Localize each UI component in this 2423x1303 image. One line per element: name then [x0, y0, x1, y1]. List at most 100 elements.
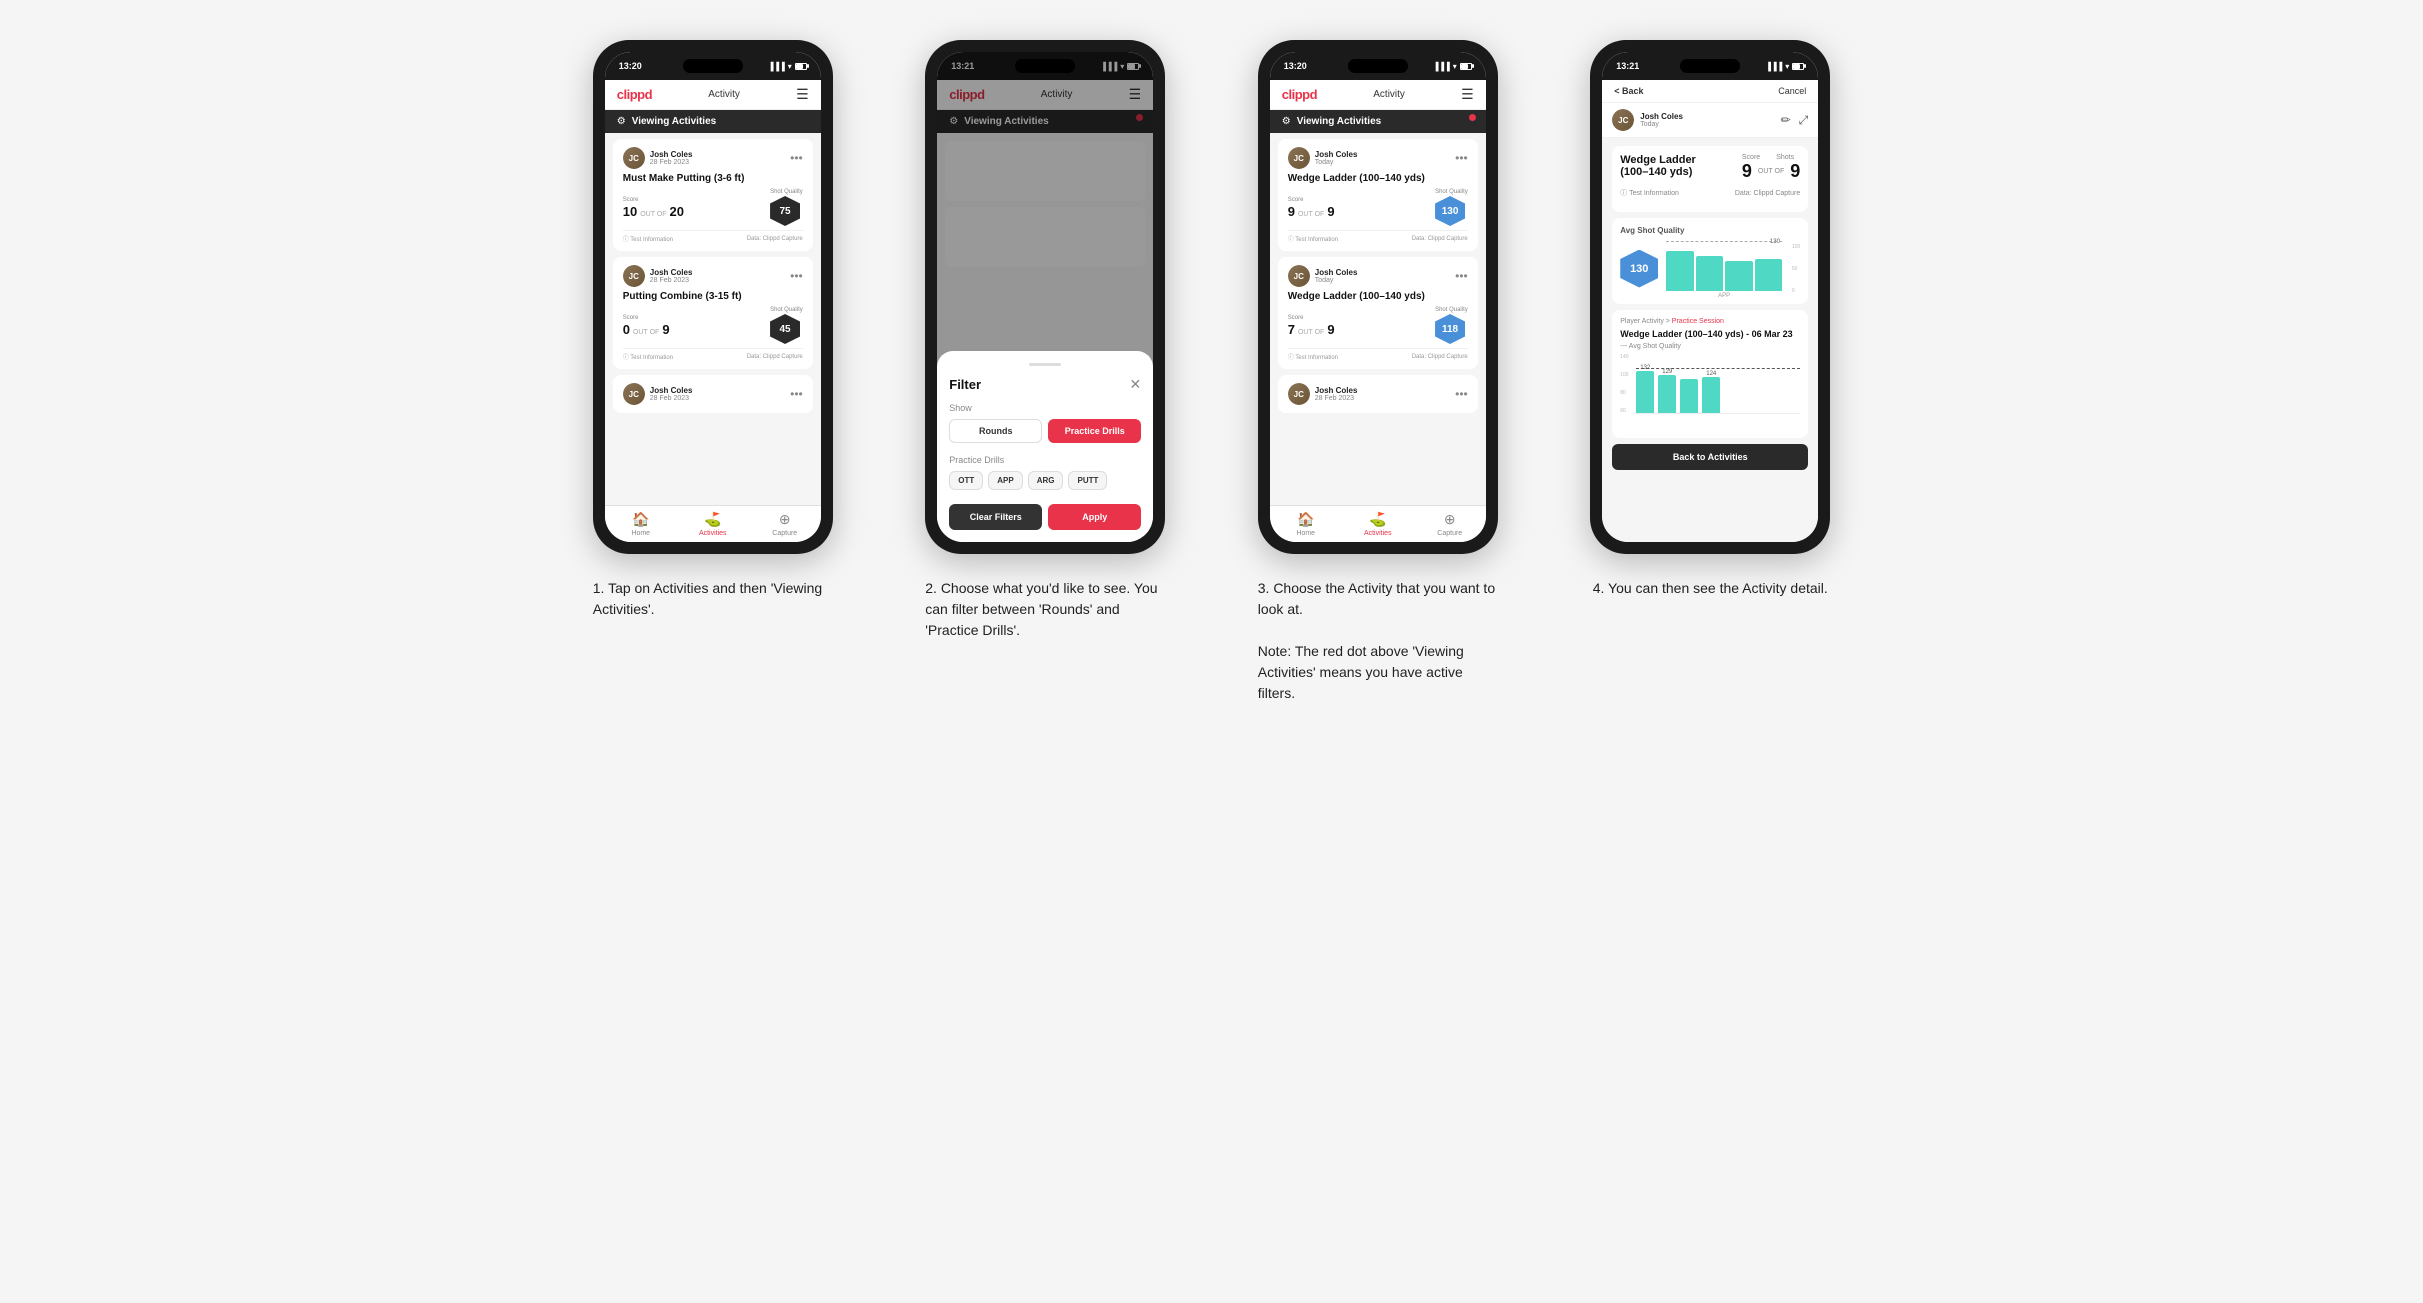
- nav-activities-1[interactable]: ⛳ Activities: [677, 511, 749, 537]
- user-name-3-3: Josh Coles: [1315, 386, 1358, 395]
- expand-icon[interactable]: ⤢: [1799, 113, 1809, 128]
- avatar-1-1: JC: [623, 147, 645, 169]
- y-axis: 100 50 0: [1790, 244, 1800, 294]
- apply-button[interactable]: Apply: [1048, 504, 1141, 530]
- session-bar-group-1: 132: [1636, 365, 1654, 413]
- filter-title: Filter: [949, 377, 981, 392]
- filter-handle: [1029, 363, 1061, 366]
- nav-capture-3[interactable]: ⊕ Capture: [1414, 511, 1486, 537]
- activity-card-1-1[interactable]: JC Josh Coles 28 Feb 2023 ••• Must Make …: [613, 139, 813, 251]
- more-icon-3-2[interactable]: •••: [1455, 269, 1468, 283]
- score-label-3-2: Score: [1288, 315, 1335, 321]
- filter-close-icon[interactable]: ✕: [1130, 376, 1142, 393]
- phone-2-inner: 13:21 ▐▐▐ ▾ clippd Activity ☰ ⚙: [937, 52, 1153, 542]
- sq-badge-1-2: 45: [770, 314, 800, 344]
- chip-putt[interactable]: PUTT: [1068, 471, 1107, 490]
- menu-icon-1[interactable]: ☰: [796, 86, 809, 103]
- user-info-3-1: Josh Coles Today: [1315, 150, 1358, 166]
- menu-icon-3[interactable]: ☰: [1461, 86, 1474, 103]
- viewing-bar-icon-1: ⚙: [617, 116, 626, 127]
- bottom-nav-1: 🏠 Home ⛳ Activities ⊕ Capture: [605, 505, 821, 542]
- viewing-bar-3[interactable]: ⚙ Viewing Activities: [1270, 110, 1486, 133]
- activity-card-3-1[interactable]: JC Josh Coles Today ••• Wedge Ladder (10…: [1278, 139, 1478, 251]
- phone-3-inner: 13:20 ▐▐▐ ▾ clippd Activity ☰ ⚙: [1270, 52, 1486, 542]
- more-icon-1-1[interactable]: •••: [790, 151, 803, 165]
- score-label-3-1: Score: [1288, 197, 1335, 203]
- detail-data-source: Data: Clippd Capture: [1735, 190, 1800, 197]
- card-footer-1-1: ⓘ Test Information Data: Clippd Capture: [623, 230, 803, 243]
- mini-bar-4: [1755, 259, 1782, 291]
- score-label-1-1: Score: [623, 197, 684, 203]
- more-icon-1-2[interactable]: •••: [790, 269, 803, 283]
- card-user-3-1: JC Josh Coles Today: [1288, 147, 1358, 169]
- activity-card-1-2[interactable]: JC Josh Coles 28 Feb 2023 ••• Putting Co…: [613, 257, 813, 369]
- session-bar-group-2: 129: [1658, 369, 1676, 413]
- viewing-bar-text-3: Viewing Activities: [1297, 116, 1381, 127]
- more-icon-3-1[interactable]: •••: [1455, 151, 1468, 165]
- user-info-4: Josh Coles Today: [1640, 112, 1683, 128]
- nav-home-3[interactable]: 🏠 Home: [1270, 511, 1342, 537]
- viewing-bar-1[interactable]: ⚙ Viewing Activities: [605, 110, 821, 133]
- detail-header-4: < Back Cancel: [1602, 80, 1818, 103]
- user-date-1-3: 28 Feb 2023: [650, 395, 693, 402]
- score-stat-1-2: Score 0 OUT OF 9: [623, 315, 670, 337]
- chip-app[interactable]: APP: [988, 471, 1022, 490]
- card-header-3-2: JC Josh Coles Today •••: [1288, 265, 1468, 287]
- more-icon-3-3[interactable]: •••: [1455, 387, 1468, 401]
- session-avg-label: --- Avg Shot Quality: [1620, 343, 1800, 350]
- card-title-3-2: Wedge Ladder (100–140 yds): [1288, 291, 1468, 302]
- detail-user-date: Today: [1640, 121, 1683, 128]
- score-stat-3-2: Score 7 OUT OF 9: [1288, 315, 1335, 337]
- sq-label-1-1: Shot Quality: [770, 189, 803, 195]
- phone-1: 13:20 ▐▐▐ ▾ clippd Activity ☰ ⚙: [593, 40, 833, 554]
- nav-home-1[interactable]: 🏠 Home: [605, 511, 677, 537]
- user-name-3-2: Josh Coles: [1315, 268, 1358, 277]
- user-date-3-1: Today: [1315, 159, 1358, 166]
- home-label-3: Home: [1296, 530, 1315, 537]
- card-footer-3-2: ⓘ Test Information Data: Clippd Capture: [1288, 348, 1468, 361]
- card-footer-3-1: ⓘ Test Information Data: Clippd Capture: [1288, 230, 1468, 243]
- detail-shots-num: 9: [1790, 161, 1800, 182]
- activity-card-3-3[interactable]: JC Josh Coles 28 Feb 2023 •••: [1278, 375, 1478, 413]
- footer-right-3-1: Data: Clippd Capture: [1412, 236, 1468, 242]
- card-header-3-1: JC Josh Coles Today •••: [1288, 147, 1468, 169]
- filter-sheet: Filter ✕ Show Rounds Practice Drills Pra…: [937, 351, 1153, 542]
- detail-user-info-4: JC Josh Coles Today: [1612, 109, 1683, 131]
- activity-card-1-3[interactable]: JC Josh Coles 28 Feb 2023 •••: [613, 375, 813, 413]
- session-bar-1: [1636, 371, 1654, 413]
- time-4: 13:21: [1616, 61, 1639, 71]
- sq-stat-1-2: Shot Quality 45: [770, 307, 803, 344]
- user-info-3-3: Josh Coles 28 Feb 2023: [1315, 386, 1358, 402]
- user-name-1-1: Josh Coles: [650, 150, 693, 159]
- nav-activities-3[interactable]: ⛳ Activities: [1342, 511, 1414, 537]
- clear-filters-button[interactable]: Clear Filters: [949, 504, 1042, 530]
- column-1: 13:20 ▐▐▐ ▾ clippd Activity ☰ ⚙: [562, 40, 865, 620]
- nav-capture-1[interactable]: ⊕ Capture: [749, 511, 821, 537]
- session-bar-group-3: [1680, 379, 1698, 413]
- detail-title-card: Wedge Ladder(100–140 yds) Score Shots 9 …: [1612, 146, 1808, 212]
- notch-pill-4: [1680, 59, 1740, 73]
- more-icon-1-3[interactable]: •••: [790, 387, 803, 401]
- app-logo-3: clippd: [1282, 87, 1317, 102]
- edit-icon[interactable]: ✏: [1781, 113, 1791, 128]
- back-to-activities-button[interactable]: Back to Activities: [1612, 444, 1808, 470]
- time-3: 13:20: [1284, 61, 1307, 71]
- phone-3: 13:20 ▐▐▐ ▾ clippd Activity ☰ ⚙: [1258, 40, 1498, 554]
- footer-right-1-1: Data: Clippd Capture: [747, 236, 803, 242]
- chip-arg[interactable]: ARG: [1028, 471, 1064, 490]
- chip-ott[interactable]: OTT: [949, 471, 983, 490]
- status-icons-3: ▐▐▐ ▾: [1433, 62, 1472, 71]
- column-4: 13:21 ▐▐▐ ▾ < Back Cancel JC: [1559, 40, 1862, 599]
- activity-card-3-2[interactable]: JC Josh Coles Today ••• Wedge Ladder (10…: [1278, 257, 1478, 369]
- cancel-button[interactable]: Cancel: [1778, 86, 1806, 96]
- toggle-rounds[interactable]: Rounds: [949, 419, 1042, 443]
- user-date-1-2: 28 Feb 2023: [650, 277, 693, 284]
- mini-bars: [1666, 241, 1782, 291]
- toggle-practice-drills[interactable]: Practice Drills: [1048, 419, 1141, 443]
- shots-val-1-1: 20: [670, 204, 684, 219]
- home-icon-1: 🏠: [632, 511, 649, 528]
- card-stats-1-2: Score 0 OUT OF 9 Shot Quality 45: [623, 307, 803, 344]
- card-user-3-3: JC Josh Coles 28 Feb 2023: [1288, 383, 1358, 405]
- back-button[interactable]: < Back: [1614, 86, 1643, 96]
- quality-chart-row: 130 130 APP: [1620, 241, 1800, 296]
